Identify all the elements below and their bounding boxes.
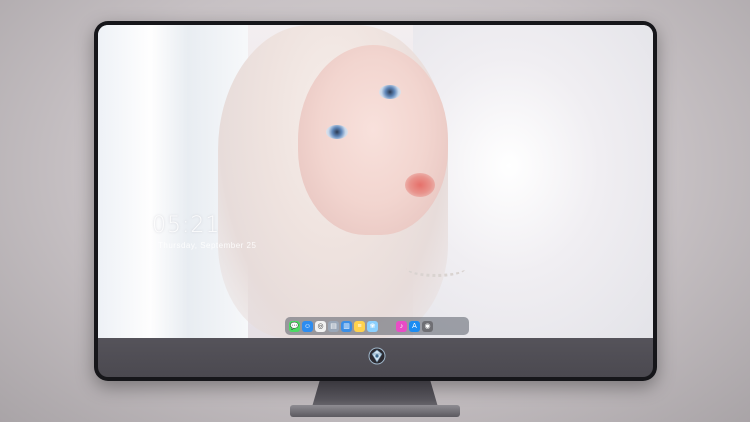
wallpaper-necklace [406,259,466,277]
monitor-stand-base [290,405,460,417]
camera-icon[interactable]: ◉ [422,320,433,332]
monitor: 05:21 Thursday, September 25 💬 ☺ ◎ ▤ ▥ ≡ ❀ ♪ A ◉ [94,21,657,381]
safari-icon[interactable]: ◎ [315,320,326,332]
wallpaper-face [298,45,448,235]
screen: 05:21 Thursday, September 25 💬 ☺ ◎ ▤ ▥ ≡ ❀ ♪ A ◉ [98,25,653,338]
finder-icon[interactable]: ☺ [302,320,313,332]
monitor-chin [98,338,653,377]
lock-screen-date: Thursday, September 25 [158,241,257,250]
wallpaper-eye-left [326,125,348,139]
wallpaper-lips [405,173,435,197]
brand-logo-icon [368,347,386,365]
monitor-stand-neck [312,381,438,407]
dock: 💬 ☺ ◎ ▤ ▥ ≡ ❀ ♪ A ◉ [285,317,469,335]
app-store-icon[interactable]: A [409,320,420,332]
notes-icon[interactable]: ≡ [354,320,365,332]
preview-icon[interactable]: ▤ [328,320,339,332]
wallpaper-eye-right [379,85,401,99]
keynote-icon[interactable]: ▥ [341,320,352,332]
messages-icon[interactable]: 💬 [289,320,300,332]
photos-icon[interactable]: ❀ [367,320,378,332]
itunes-icon[interactable]: ♪ [396,320,407,332]
lock-screen-clock: 05:21 [152,213,221,238]
wallpaper-veil [413,25,653,338]
